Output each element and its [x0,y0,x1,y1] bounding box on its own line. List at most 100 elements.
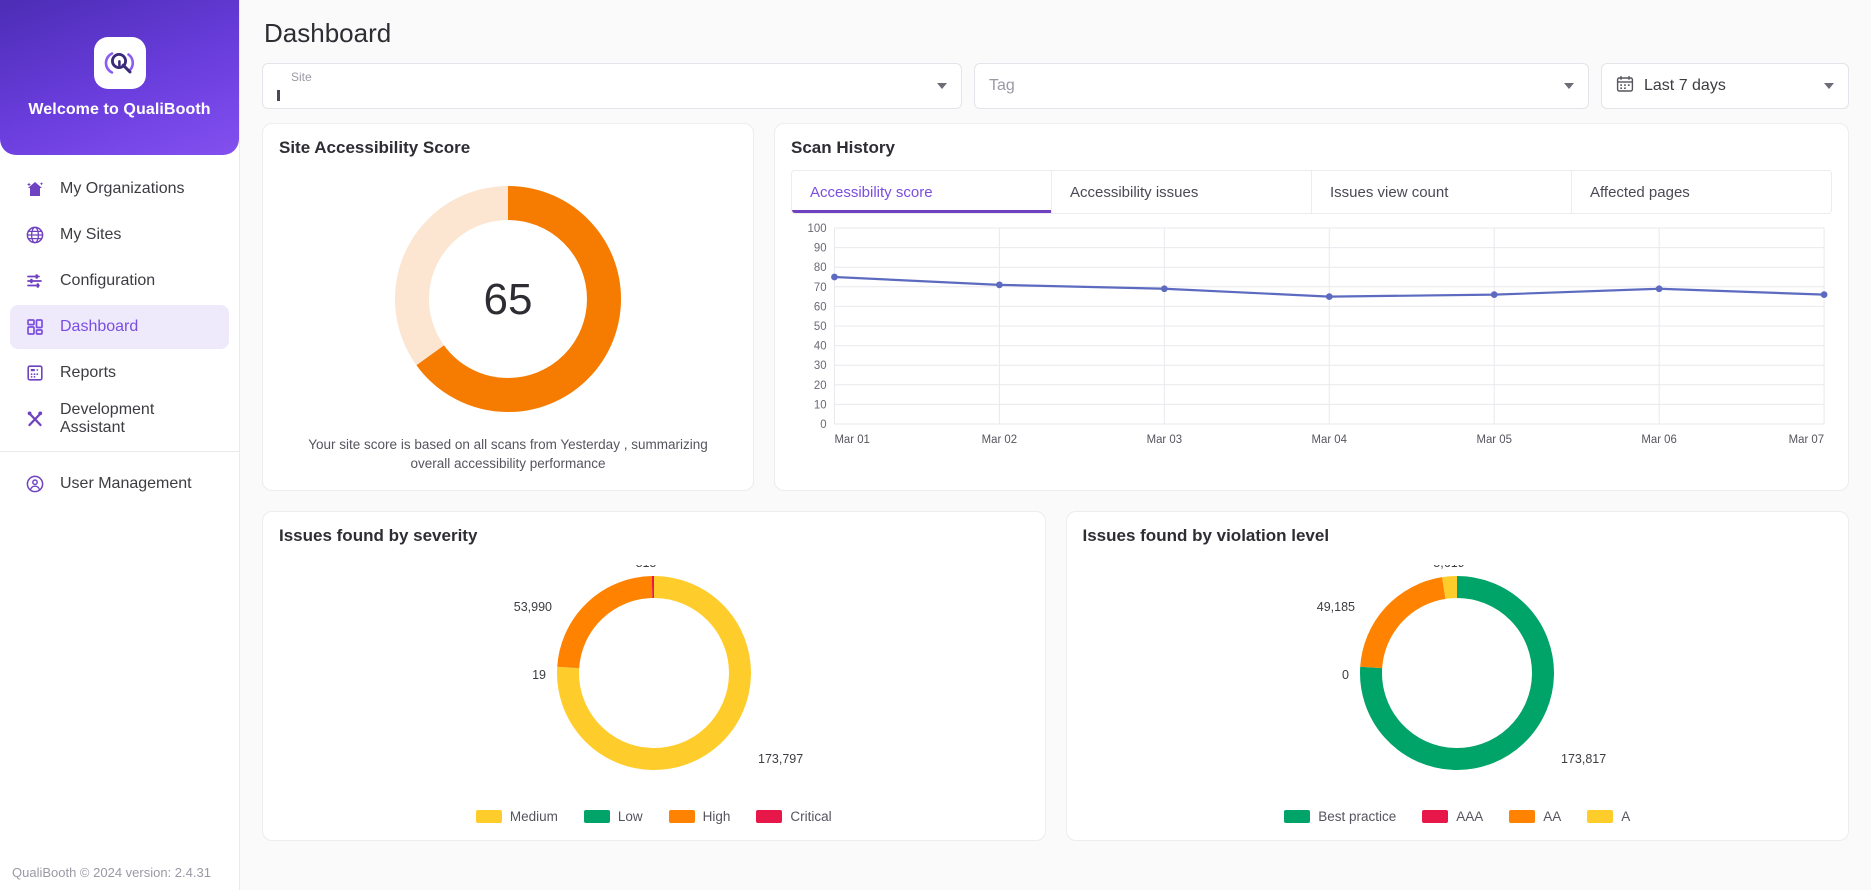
svg-text:Mar 04: Mar 04 [1312,434,1348,446]
card-title: Issues found by violation level [1067,512,1849,552]
score-gauge: 65 [263,164,753,435]
dashboard-row-bottom: Issues found by severity 815 53,990 19 173,… [262,511,1849,841]
card-title: Issues found by severity [263,512,1045,552]
tab-label: Accessibility score [810,184,933,201]
legend-item-critical[interactable]: Critical [756,809,831,824]
sidebar: Welcome to QualiBooth My Organizations M… [0,0,240,890]
legend-swatch [1422,810,1448,823]
svg-text:5,619: 5,619 [1434,565,1465,570]
user-circle-icon [24,473,46,495]
legend-swatch [756,810,782,823]
score-description: Your site score is based on all scans fr… [263,435,753,490]
svg-text:50: 50 [814,321,827,333]
tab-label: Affected pages [1590,184,1690,201]
tag-select-placeholder: Tag [989,77,1015,95]
tab-affected-pages[interactable]: Affected pages [1572,171,1831,213]
issues-by-violation-level-card: Issues found by violation level 5,619 49,… [1066,511,1850,841]
legend-swatch [1587,810,1613,823]
violation-donut-chart: 5,61949,1850173,817 [1067,552,1849,809]
legend-item-low[interactable]: Low [584,809,643,824]
card-title: Site Accessibility Score [263,124,753,164]
svg-text:10: 10 [814,399,827,411]
svg-text:173,797: 173,797 [758,752,803,766]
svg-text:Mar 03: Mar 03 [1147,434,1182,446]
brand-title: Welcome to QualiBooth [28,101,210,119]
legend-label: AA [1543,809,1561,824]
svg-text:173,817: 173,817 [1561,752,1606,766]
site-select-label: Site [291,70,312,84]
svg-text:Mar 02: Mar 02 [982,434,1017,446]
tab-label: Accessibility issues [1070,184,1198,201]
sidebar-item-my-organizations[interactable]: My Organizations [10,167,229,211]
legend-item-medium[interactable]: Medium [476,809,558,824]
issues-by-severity-card: Issues found by severity 815 53,990 19 173,… [262,511,1046,841]
sidebar-item-label: Dashboard [60,318,138,336]
sidebar-item-label: Configuration [60,272,155,290]
sidebar-item-reports[interactable]: Reports [10,351,229,395]
sidebar-item-label: My Organizations [60,180,185,198]
scan-history-tabs: Accessibility score Accessibility issues… [791,170,1832,214]
legend-swatch [584,810,610,823]
card-title: Scan History [775,124,1848,164]
sidebar-item-configuration[interactable]: Configuration [10,259,229,303]
legend-item-aaa[interactable]: AAA [1422,809,1483,824]
chevron-down-icon [937,83,947,89]
tab-issues-view-count[interactable]: Issues view count [1312,171,1572,213]
sidebar-footer-version: QualiBooth © 2024 version: 2.4.31 [12,865,211,880]
legend-label: Best practice [1318,809,1396,824]
legend-item-a[interactable]: A [1587,809,1630,824]
site-accessibility-score-card: Site Accessibility Score 65 Your site sc… [262,123,754,491]
main-content: Dashboard Site Tag Last 7 days Site Acce… [240,0,1871,890]
sidebar-item-label: Development Assistant [60,401,215,437]
legend-label: Low [618,809,643,824]
tag-select[interactable]: Tag [974,63,1589,109]
legend-label: Critical [790,809,831,824]
date-range-value: Last 7 days [1644,77,1726,95]
chevron-down-icon [1824,83,1834,89]
svg-text:100: 100 [808,223,827,235]
dashboard-row-top: Site Accessibility Score 65 Your site sc… [262,123,1849,491]
legend-item-best-practice[interactable]: Best practice [1284,809,1396,824]
grid-icon [24,316,46,338]
severity-legend: Medium Low High Critical [263,809,1045,840]
tab-label: Issues view count [1330,184,1448,201]
legend-label: A [1621,809,1630,824]
sidebar-item-development-assistant[interactable]: Development Assistant [10,397,229,441]
tab-accessibility-score[interactable]: Accessibility score [792,171,1052,213]
text-caret [277,90,280,101]
legend-swatch [1509,810,1535,823]
legend-label: AAA [1456,809,1483,824]
legend-label: High [703,809,731,824]
filter-bar: Site Tag Last 7 days [262,63,1849,109]
svg-text:70: 70 [814,282,827,294]
svg-text:815: 815 [635,565,656,570]
sidebar-item-user-management[interactable]: User Management [10,462,229,506]
svg-text:Mar 05: Mar 05 [1476,434,1511,446]
legend-label: Medium [510,809,558,824]
legend-item-high[interactable]: High [669,809,731,824]
sidebar-item-dashboard[interactable]: Dashboard [10,305,229,349]
sidebar-item-label: User Management [60,475,192,493]
tools-icon [24,408,46,430]
date-range-select[interactable]: Last 7 days [1601,63,1849,109]
report-icon [24,362,46,384]
sidebar-divider [0,451,239,452]
sidebar-item-label: My Sites [60,226,121,244]
brand-header: Welcome to QualiBooth [0,0,239,155]
legend-swatch [669,810,695,823]
svg-text:19: 19 [532,668,546,682]
svg-text:53,990: 53,990 [514,600,552,614]
svg-text:0: 0 [820,419,826,431]
svg-text:60: 60 [814,301,827,313]
sidebar-item-my-sites[interactable]: My Sites [10,213,229,257]
svg-text:49,185: 49,185 [1317,600,1355,614]
site-select[interactable]: Site [262,63,962,109]
scan-history-line-chart: 0102030405060708090100Mar 01Mar 02Mar 03… [775,214,1848,490]
legend-item-aa[interactable]: AA [1509,809,1561,824]
legend-swatch [1284,810,1310,823]
svg-text:30: 30 [814,360,827,372]
scan-history-card: Scan History Accessibility score Accessi… [774,123,1849,491]
tab-accessibility-issues[interactable]: Accessibility issues [1052,171,1312,213]
severity-donut-chart: 815 53,990 19 173,797 [263,552,1045,809]
svg-text:80: 80 [814,262,827,274]
